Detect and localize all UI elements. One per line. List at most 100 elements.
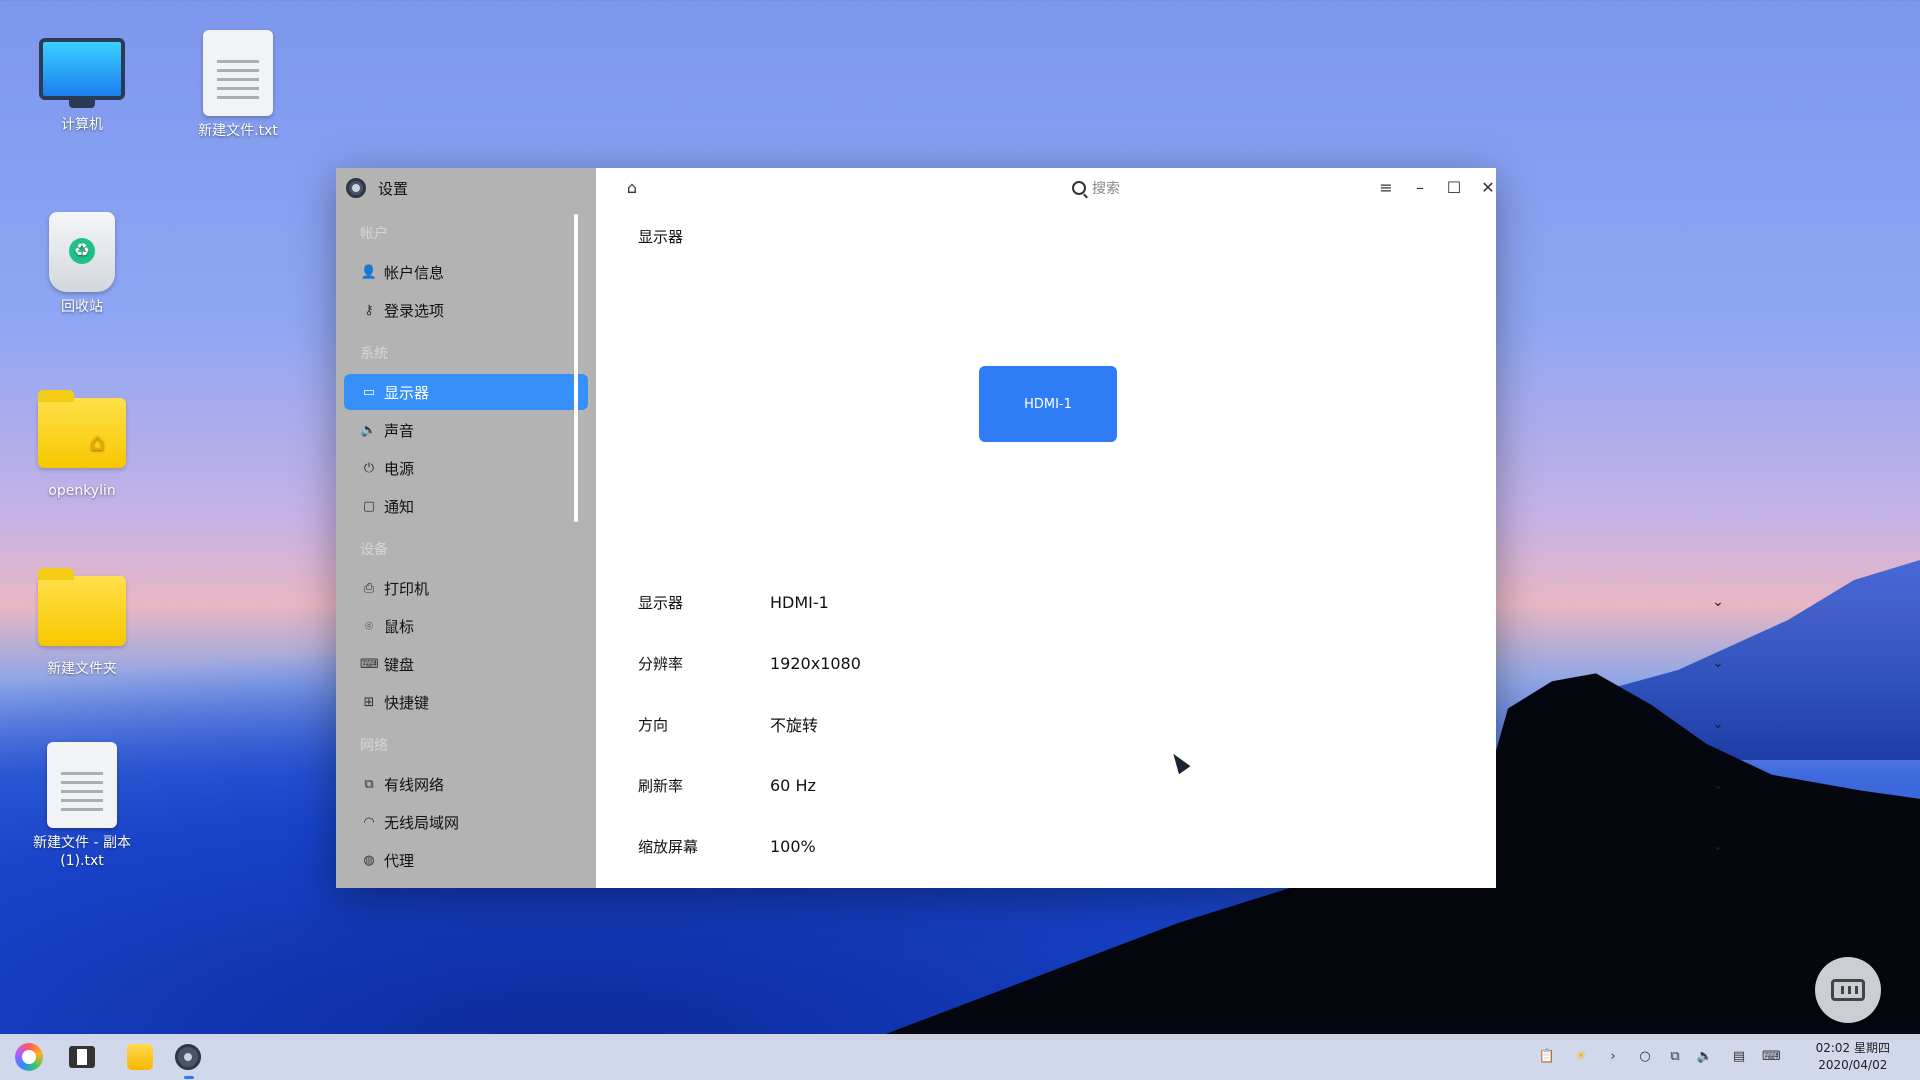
desktop-icon-home-folder[interactable]: ⌂ openkylin [22, 390, 142, 500]
setting-label: 分辨率 [638, 654, 684, 673]
input-method-icon: ▤ [1732, 1049, 1746, 1064]
sidebar-item-label: 打印机 [384, 579, 430, 598]
proxy-icon: ◍ [363, 852, 375, 868]
sidebar-item-sound[interactable]: 🔈 声音 [344, 412, 588, 448]
start-menu-icon [15, 1043, 43, 1071]
printer-icon: ⎙ [363, 580, 375, 596]
close-icon: ✕ [1481, 178, 1495, 197]
close-button[interactable]: ✕ [1476, 176, 1500, 200]
sidebar-item-label: 登录选项 [384, 301, 445, 320]
sidebar-item-label: 键盘 [384, 655, 415, 674]
sidebar-item-keyboard[interactable]: ⌨ 键盘 [344, 646, 588, 682]
setting-label: 方向 [638, 715, 669, 734]
chevron-down-icon: ⌄ [1712, 716, 1724, 732]
settings-window: 设置 帐户 👤 帐户信息 ⚷ 登录选项 系统 ▭ 显示器 🔈 声音 ⏻ 电源 ▢ 通知 设备… [336, 168, 1724, 888]
keyboard-icon [1831, 979, 1865, 1001]
notification-icon: ▢ [362, 498, 376, 514]
window-title: 设置 [378, 179, 409, 198]
network-tray-button[interactable]: ⧉ [1666, 1048, 1684, 1066]
sidebar-item-wired-network[interactable]: ⧉ 有线网络 [344, 766, 588, 802]
sidebar-item-label: 电源 [384, 459, 415, 478]
desktop-icon-label: 计算机 [61, 117, 103, 133]
setting-value: HDMI-1 [770, 592, 829, 612]
desktop-icon-new-folder[interactable]: 新建文件夹 [22, 568, 142, 678]
home-button[interactable]: ⌂ [622, 178, 642, 198]
maximize-icon: ☐ [1446, 178, 1462, 197]
setting-row-orientation[interactable]: 方向 不旋转 ⌄ [638, 704, 1728, 744]
sidebar-item-label: 代理 [384, 851, 415, 870]
clock-time: 02:02 星期四 [1815, 1041, 1890, 1055]
text-file-icon [203, 30, 273, 116]
sidebar-item-label: 鼠标 [384, 617, 415, 636]
taskbar: 📋 ☀ › ○ ⧉ 🔈 ▤ ⌨ 02:02 星期四 2020/04/02 [0, 1034, 1920, 1080]
desktop-icon-trash[interactable]: ♻ 回收站 [22, 212, 142, 316]
sidebar-item-account-info[interactable]: 👤 帐户信息 [344, 254, 588, 290]
setting-row-scaling[interactable]: 缩放屏幕 100% ⌄ [638, 826, 1728, 866]
sidebar-item-notification[interactable]: ▢ 通知 [344, 488, 588, 524]
desktop-icon-text-file[interactable]: 新建文件.txt [178, 30, 298, 140]
folder-icon [38, 568, 126, 646]
start-menu-button[interactable] [13, 1041, 45, 1073]
multitask-icon [69, 1046, 95, 1068]
clipboard-tray-button[interactable]: 📋 [1538, 1048, 1556, 1066]
clock[interactable]: 02:02 星期四 2020/04/02 [1816, 1040, 1890, 1074]
sidebar-item-label: 通知 [384, 497, 415, 516]
volume-tray-button[interactable]: 🔈 [1696, 1048, 1714, 1066]
file-manager-button[interactable] [124, 1041, 156, 1073]
minimize-button[interactable]: – [1408, 176, 1432, 200]
monitor-preview[interactable]: HDMI-1 [979, 366, 1117, 442]
volume-icon: 🔈 [1696, 1049, 1714, 1064]
sidebar-item-label: 无线局域网 [384, 813, 460, 832]
sidebar-item-label: 声音 [384, 421, 415, 440]
desktop-icon-text-file-copy[interactable]: 新建文件 - 副本(1).txt [22, 742, 142, 870]
window-title-bar: 设置 [336, 168, 596, 208]
sidebar-item-display[interactable]: ▭ 显示器 [344, 374, 588, 410]
desktop-icon-label: 新建文件.txt [198, 123, 278, 139]
keyboard-tray-button[interactable]: ⌨ [1762, 1048, 1781, 1066]
sidebar-scrollbar[interactable] [574, 214, 578, 522]
multitask-view-button[interactable] [66, 1041, 98, 1073]
desktop-icon-label: openkylin [48, 483, 116, 499]
search-icon [1072, 181, 1086, 195]
network-icon: ⧉ [1670, 1049, 1680, 1064]
sidebar-item-mouse[interactable]: ⌾ 鼠标 [344, 608, 588, 644]
tray-expand-button[interactable]: › [1604, 1048, 1622, 1066]
setting-label: 刷新率 [638, 776, 684, 795]
chevron-right-icon: › [1610, 1049, 1616, 1064]
setting-value: 100% [770, 836, 816, 856]
search-icon: ○ [1639, 1049, 1651, 1064]
sidebar-item-wlan[interactable]: ◠ 无线局域网 [344, 804, 588, 840]
user-icon: 👤 [360, 264, 378, 280]
clock-date: 2020/04/02 [1818, 1058, 1888, 1072]
desktop-icon-label: 新建文件夹 [47, 661, 117, 677]
sidebar-item-label: 帐户信息 [384, 263, 445, 282]
power-icon: ⏻ [363, 460, 375, 476]
desktop-icon-computer[interactable]: 计算机 [22, 38, 142, 134]
sidebar-item-proxy[interactable]: ◍ 代理 [344, 842, 588, 878]
chevron-down-icon: ⌄ [1712, 594, 1724, 610]
sidebar: 设置 帐户 👤 帐户信息 ⚷ 登录选项 系统 ▭ 显示器 🔈 声音 ⏻ 电源 ▢ 通知 设备… [336, 168, 596, 888]
sidebar-item-power[interactable]: ⏻ 电源 [344, 450, 588, 486]
sidebar-item-printer[interactable]: ⎙ 打印机 [344, 570, 588, 606]
setting-row-resolution[interactable]: 分辨率 1920x1080 ⌄ [638, 643, 1728, 683]
sidebar-group-network: 网络 [360, 738, 388, 754]
setting-row-monitor[interactable]: 显示器 HDMI-1 ⌄ [638, 582, 1728, 622]
chevron-down-icon: ⌄ [1712, 838, 1724, 854]
section-title: 显示器 [638, 228, 684, 246]
input-method-tray-button[interactable]: ▤ [1730, 1048, 1748, 1066]
desktop-icon-label: 新建文件 - 副本(1).txt [33, 835, 131, 869]
monitor-preview-label: HDMI-1 [1024, 396, 1072, 412]
virtual-keyboard-button[interactable] [1815, 957, 1881, 1023]
settings-taskbar-button[interactable] [172, 1041, 204, 1073]
display-icon: ▭ [362, 384, 376, 400]
maximize-button[interactable]: ☐ [1442, 176, 1466, 200]
shortcut-icon: ⊞ [363, 694, 375, 710]
sidebar-item-login-options[interactable]: ⚷ 登录选项 [344, 292, 588, 328]
active-app-indicator [184, 1076, 194, 1079]
sidebar-item-shortcuts[interactable]: ⊞ 快捷键 [344, 684, 588, 720]
search-tray-button[interactable]: ○ [1636, 1048, 1654, 1066]
chevron-down-icon: ⌄ [1712, 777, 1724, 793]
menu-button[interactable]: ≡ [1374, 176, 1398, 200]
night-mode-tray-button[interactable]: ☀ [1572, 1048, 1590, 1066]
search-box[interactable]: 搜索 [976, 176, 1216, 200]
